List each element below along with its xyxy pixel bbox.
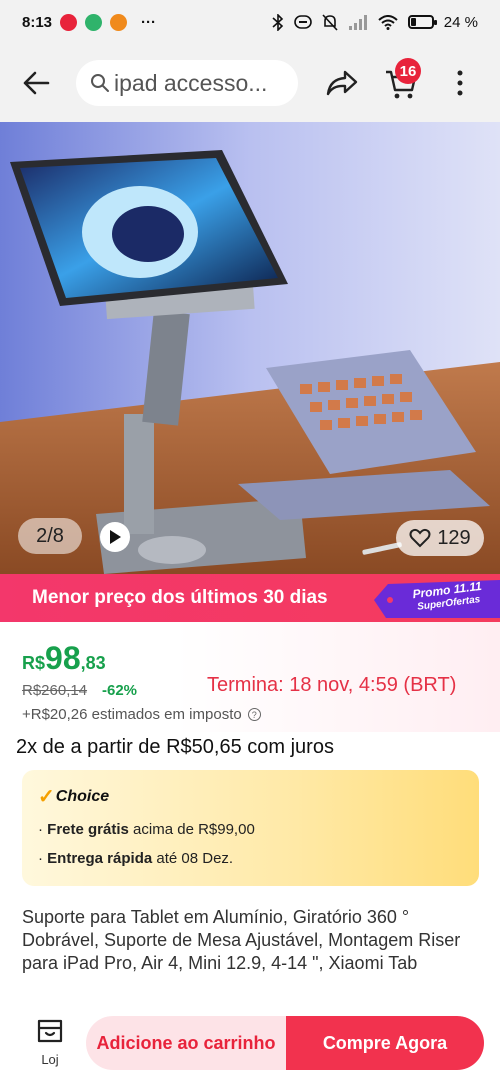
store-button[interactable]: Loj [30, 1018, 70, 1076]
fast-delivery-bold: Entrega rápida [47, 850, 153, 867]
wishlist-button[interactable]: 129 [396, 520, 484, 556]
free-shipping-text: acima de R$99,00 [128, 821, 255, 838]
search-icon [91, 74, 109, 92]
choice-card[interactable]: ✓ Choice · Frete grátis acima de R$99,00… [22, 770, 479, 886]
search-input[interactable]: ipad accesso... [76, 60, 298, 106]
top-bar: ipad accesso... 16 [0, 44, 500, 122]
signal-icon [348, 14, 367, 30]
play-icon [110, 530, 121, 544]
installments-text[interactable]: 2x de a partir de R$50,65 com juros [16, 736, 334, 759]
heart-icon [409, 528, 431, 548]
store-icon [37, 1019, 63, 1043]
search-text: ipad accesso... [114, 69, 268, 96]
likes-count: 129 [437, 526, 471, 549]
fast-delivery-line: · Entrega rápida até 08 Dez. [38, 850, 234, 867]
choice-label: Choice [55, 787, 110, 805]
status-bar: 8:13 ··· 24 % [0, 0, 500, 44]
notification-app-icon [60, 13, 78, 31]
current-price: R$98,83 [22, 640, 106, 677]
back-arrow-icon [23, 71, 50, 95]
price-currency: R$ [22, 653, 46, 673]
fast-delivery-text: até 08 Dez. [152, 850, 234, 867]
back-button[interactable] [0, 44, 72, 122]
notification-app-icon [85, 13, 103, 31]
discount-badge: -62% [102, 682, 138, 699]
check-icon: ✓ [38, 786, 55, 808]
free-shipping-bold: Frete grátis [47, 821, 129, 838]
product-photo [0, 122, 500, 574]
product-title: Suporte para Tablet em Alumínio, Giratór… [22, 907, 461, 973]
dnd-icon [293, 15, 312, 29]
add-to-cart-button[interactable]: Adicione ao carrinho [86, 1016, 286, 1070]
more-vertical-icon [457, 70, 463, 96]
more-options-button[interactable] [446, 62, 474, 104]
tax-estimate[interactable]: +R$20,26 estimados em imposto ? [22, 706, 261, 723]
bluetooth-icon [272, 13, 283, 31]
play-video-button[interactable] [100, 522, 130, 552]
mute-icon [322, 13, 338, 31]
wifi-icon [378, 14, 398, 30]
original-price: R$260,14 [22, 682, 88, 699]
tax-estimate-text: +R$20,26 estimados em imposto [22, 706, 242, 723]
promo-end-time: Termina: 18 nov, 4:59 (BRT) [207, 674, 457, 696]
cart-count-badge: 16 [395, 58, 421, 84]
free-shipping-line: · Frete grátis acima de R$99,00 [38, 821, 255, 838]
price-decimal: ,83 [80, 653, 106, 673]
promo-tag: Promo 11.11 SuperOfertas [374, 579, 500, 620]
info-icon: ? [247, 708, 261, 721]
share-icon [326, 70, 358, 96]
more-notifications: ··· [141, 13, 157, 31]
price-area: R$98,83 R$260,14 -62% Termina: 18 nov, 4… [0, 622, 500, 732]
notification-app-icon [110, 13, 128, 31]
share-button[interactable] [321, 62, 363, 104]
store-label: Loj [41, 1052, 59, 1067]
product-image[interactable] [0, 122, 500, 574]
price-integer: 98 [45, 640, 81, 676]
image-counter: 2/8 [18, 518, 82, 554]
buy-now-button[interactable]: Compre Agora [286, 1016, 484, 1070]
bottom-action-bar: Loj Adicione ao carrinho Compre Agora [0, 1010, 500, 1083]
lowest-price-label: Menor preço dos últimos 30 dias [32, 587, 328, 608]
promo-banner: Menor preço dos últimos 30 dias Promo 11… [0, 574, 500, 622]
battery-percent: 24 % [443, 13, 478, 31]
battery-icon [407, 15, 437, 29]
status-time: 8:13 [22, 13, 53, 31]
choice-title: ✓ Choice [38, 784, 463, 809]
